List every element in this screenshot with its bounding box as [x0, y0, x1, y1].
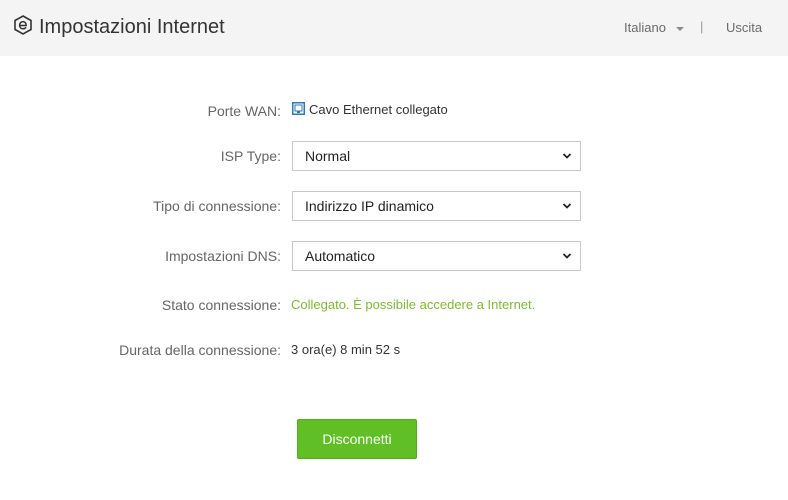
language-selector[interactable]: Italiano: [624, 20, 666, 36]
connection-status-value: Collegato. È possibile accedere a Intern…: [291, 297, 536, 312]
chevron-down-icon[interactable]: [676, 27, 684, 31]
connection-type-label: Tipo di connessione:: [153, 198, 281, 214]
chevron-down-icon: [562, 253, 572, 259]
dns-settings-label: Impostazioni DNS:: [165, 248, 281, 264]
connection-type-value: Indirizzo IP dinamico: [305, 198, 434, 214]
disconnect-button[interactable]: Disconnetti: [297, 419, 417, 459]
connection-duration-value: 3 ora(e) 8 min 52 s: [291, 342, 401, 357]
dns-settings-value: Automatico: [305, 248, 376, 264]
wan-status-text: Cavo Ethernet collegato: [309, 102, 448, 117]
connection-type-select[interactable]: Indirizzo IP dinamico: [292, 191, 581, 221]
isp-type-value: Normal: [305, 148, 351, 164]
chevron-down-icon: [562, 153, 572, 159]
chevron-down-icon: [562, 203, 572, 209]
connection-duration-label: Durata della connessione:: [119, 342, 281, 358]
isp-type-select[interactable]: Normal: [292, 141, 581, 171]
wan-ports-label: Porte WAN:: [207, 103, 281, 119]
dns-settings-select[interactable]: Automatico: [292, 241, 581, 271]
logout-link[interactable]: Uscita: [726, 20, 762, 36]
top-header-bar: Impostazioni Internet Italiano | Uscita: [0, 0, 788, 56]
isp-type-label: ISP Type:: [220, 148, 281, 164]
page-title: Impostazioni Internet: [39, 16, 225, 38]
ethernet-port-icon: [292, 102, 305, 115]
connection-status-label: Stato connessione:: [161, 297, 281, 313]
header-divider: |: [700, 19, 704, 34]
router-e-logo-icon: [14, 15, 32, 35]
